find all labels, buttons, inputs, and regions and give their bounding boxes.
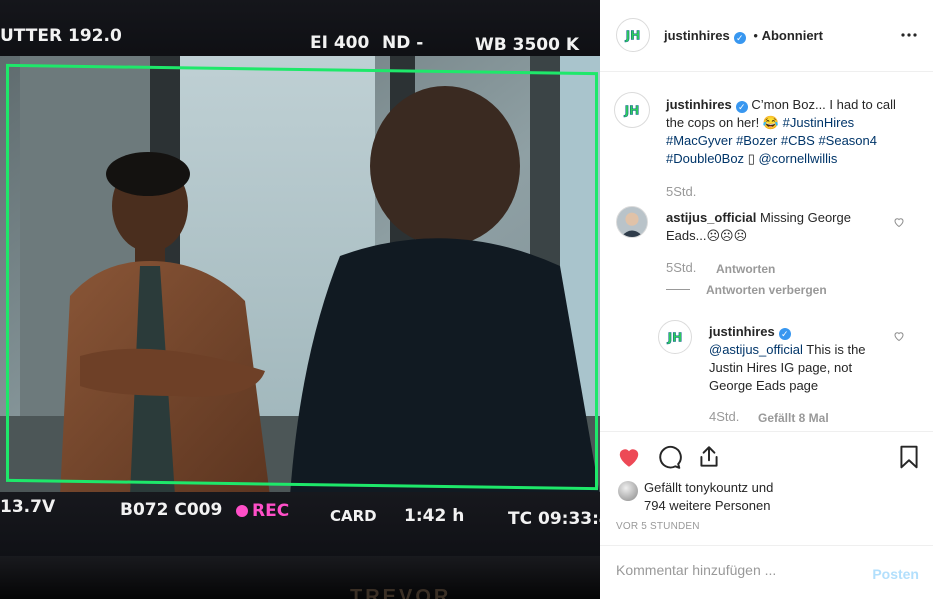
- share-icon[interactable]: [696, 444, 722, 470]
- comments-list[interactable]: JH justinhires ✓ C’mon Boz... I had to ca…: [600, 72, 933, 432]
- hud-nd: ND -: [382, 33, 424, 53]
- caption-tail: ▯: [747, 151, 755, 166]
- hud-ei: EI 400: [310, 33, 370, 53]
- comment-time: 5Std.: [666, 260, 697, 275]
- hud-card-time: 1:42 h: [404, 506, 465, 526]
- comment-form: Posten: [600, 545, 933, 599]
- reply-mention[interactable]: @astijus_official: [709, 342, 803, 357]
- caption-username[interactable]: justinhires: [666, 97, 732, 112]
- caption-avatar[interactable]: JH: [614, 92, 650, 128]
- reply-comment: justinhires ✓ @astijus_official This is t…: [709, 323, 889, 395]
- bezel-text: TREVOR: [350, 586, 452, 599]
- liker-username[interactable]: tonykountz: [685, 480, 748, 495]
- header-avatar[interactable]: JH: [616, 18, 650, 52]
- reply-button[interactable]: Antworten: [716, 262, 775, 276]
- hud-rec-label: REC: [252, 501, 290, 521]
- verified-badge-icon: ✓: [778, 328, 791, 340]
- svg-text:JH: JH: [625, 29, 641, 43]
- svg-text:JH: JH: [667, 331, 683, 345]
- follow-state-button[interactable]: Abonniert: [762, 28, 823, 43]
- verified-badge-icon: ✓: [733, 32, 746, 44]
- reply-likes-count[interactable]: Gefällt 8 Mal: [758, 411, 829, 425]
- header-meta: justinhires ✓ • Abonniert: [664, 28, 823, 44]
- hud-shutter: UTTER 192.0: [0, 26, 122, 46]
- more-horizontal-icon[interactable]: [900, 26, 918, 44]
- likes-prefix: Gefällt: [644, 480, 686, 495]
- likes-summary: Gefällt tonykountz und 794 weitere Perso…: [644, 479, 844, 515]
- hud-card-label: CARD: [330, 507, 377, 525]
- caption: justinhires ✓ C’mon Boz... I had to call …: [666, 96, 916, 168]
- post-header: JH justinhires ✓ • Abonniert: [600, 0, 933, 72]
- header-username[interactable]: justinhires: [664, 28, 730, 43]
- post-button[interactable]: Posten: [872, 566, 919, 582]
- hud-clip: B072 C009: [120, 500, 223, 520]
- verified-badge-icon: ✓: [735, 101, 748, 113]
- user-photo-icon: [617, 207, 647, 237]
- likes-conj: und: [748, 480, 774, 495]
- bookmark-icon[interactable]: [896, 444, 922, 470]
- hud-battery: 13.7V: [0, 497, 56, 517]
- reply-username[interactable]: justinhires: [709, 324, 775, 339]
- monitor-bezel: [0, 556, 600, 599]
- hud-rec: REC: [236, 501, 289, 521]
- header-separator: •: [753, 28, 758, 43]
- hud-wb: WB 3500 K: [475, 35, 580, 55]
- post-panel: JH justinhires ✓ • Abonniert JH justinhir…: [600, 0, 933, 599]
- reply-divider: [666, 289, 690, 290]
- caption-mention[interactable]: @cornellwillis: [758, 151, 837, 166]
- comment-like-icon[interactable]: [893, 216, 905, 228]
- reply-avatar[interactable]: JH: [658, 320, 692, 354]
- action-bar: [600, 440, 933, 476]
- svg-text:JH: JH: [624, 104, 640, 118]
- likes-others[interactable]: 794 weitere Personen: [644, 498, 770, 513]
- post-photo: [0, 56, 600, 496]
- jh-logo-icon: JH: [659, 321, 691, 353]
- rec-dot-icon: [236, 505, 248, 517]
- caption-time: 5Std.: [666, 184, 697, 199]
- post-timestamp: VOR 5 STUNDEN: [616, 521, 700, 532]
- comment-input[interactable]: [616, 562, 856, 578]
- hud-timecode: TC 09:33:46: [508, 509, 600, 529]
- comment-astijus: astijus_official Missing George Eads...☹…: [666, 209, 886, 245]
- jh-logo-icon: JH: [617, 19, 649, 51]
- reply-time: 4Std.: [709, 409, 740, 424]
- post-media[interactable]: TREVOR UTTER 192.0 EI 400 ND - WB 3500 K…: [0, 0, 600, 599]
- jh-logo-icon: JH: [615, 93, 649, 127]
- comment-username[interactable]: astijus_official: [666, 210, 756, 225]
- heart-filled-icon[interactable]: [616, 444, 642, 470]
- hide-replies-button[interactable]: Antworten verbergen: [706, 283, 827, 297]
- comment-icon[interactable]: [656, 444, 682, 470]
- liker-avatar[interactable]: [618, 481, 638, 501]
- commenter-avatar[interactable]: [616, 206, 648, 238]
- reply-like-icon[interactable]: [893, 330, 905, 342]
